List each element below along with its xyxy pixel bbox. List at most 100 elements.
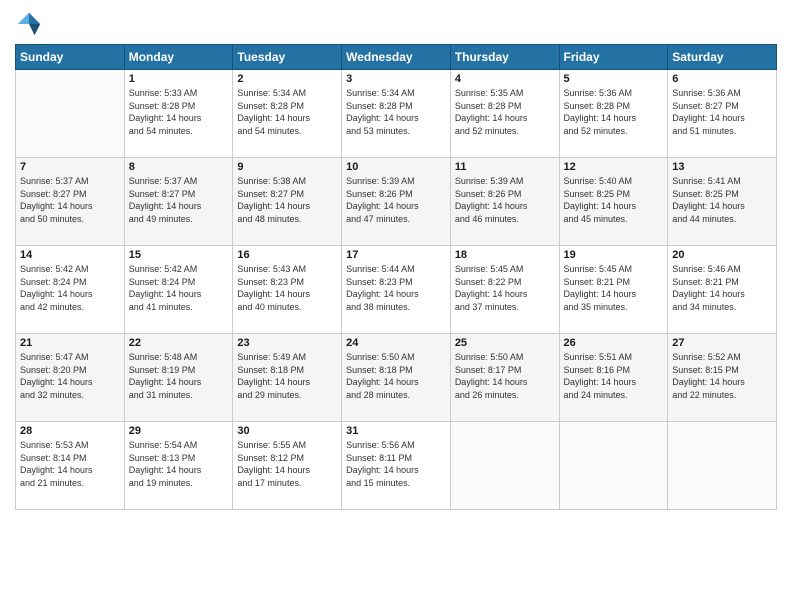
day-info: Sunrise: 5:36 AM Sunset: 8:27 PM Dayligh… [672, 87, 772, 137]
calendar-cell: 26 Sunrise: 5:51 AM Sunset: 8:16 PM Dayli… [559, 334, 668, 422]
page: SundayMondayTuesdayWednesdayThursdayFrid… [0, 0, 792, 612]
calendar-cell: 29 Sunrise: 5:54 AM Sunset: 8:13 PM Dayli… [124, 422, 233, 510]
week-row-4: 28 Sunrise: 5:53 AM Sunset: 8:14 PM Dayli… [16, 422, 777, 510]
calendar-cell: 20 Sunrise: 5:46 AM Sunset: 8:21 PM Dayli… [668, 246, 777, 334]
week-row-3: 21Sunrise: 5:47 AM Sunset: 8:20 PM Dayli… [16, 334, 777, 422]
calendar-cell: 19 Sunrise: 5:45 AM Sunset: 8:21 PM Dayli… [559, 246, 668, 334]
week-row-0: 1 Sunrise: 5:33 AM Sunset: 8:28 PM Daylig… [16, 70, 777, 158]
day-number: 17 [346, 249, 446, 261]
calendar-cell: 3 Sunrise: 5:34 AM Sunset: 8:28 PM Daylig… [342, 70, 451, 158]
day-number: 1 [129, 73, 229, 85]
day-number: 15 [129, 249, 229, 261]
day-number: 28 [20, 425, 120, 437]
day-number: 9 [237, 161, 337, 173]
calendar-header: SundayMondayTuesdayWednesdayThursdayFrid… [16, 45, 777, 70]
day-info: Sunrise: 5:51 AM Sunset: 8:16 PM Dayligh… [564, 351, 664, 401]
day-info: Sunrise: 5:34 AM Sunset: 8:28 PM Dayligh… [346, 87, 446, 137]
day-info: Sunrise: 5:56 AM Sunset: 8:11 PM Dayligh… [346, 439, 446, 489]
calendar-cell: 21Sunrise: 5:47 AM Sunset: 8:20 PM Dayli… [16, 334, 125, 422]
day-number: 24 [346, 337, 446, 349]
header-cell-wednesday: Wednesday [342, 45, 451, 70]
calendar-cell: 13 Sunrise: 5:41 AM Sunset: 8:25 PM Dayli… [668, 158, 777, 246]
calendar-cell: 28 Sunrise: 5:53 AM Sunset: 8:14 PM Dayli… [16, 422, 125, 510]
day-info: Sunrise: 5:52 AM Sunset: 8:15 PM Dayligh… [672, 351, 772, 401]
calendar-cell: 12 Sunrise: 5:40 AM Sunset: 8:25 PM Dayli… [559, 158, 668, 246]
calendar-cell: 16 Sunrise: 5:43 AM Sunset: 8:23 PM Dayli… [233, 246, 342, 334]
calendar-cell: 27 Sunrise: 5:52 AM Sunset: 8:15 PM Dayli… [668, 334, 777, 422]
day-info: Sunrise: 5:43 AM Sunset: 8:23 PM Dayligh… [237, 263, 337, 313]
calendar-cell: 14 Sunrise: 5:42 AM Sunset: 8:24 PM Dayli… [16, 246, 125, 334]
header-cell-monday: Monday [124, 45, 233, 70]
day-number: 3 [346, 73, 446, 85]
calendar-cell: 17 Sunrise: 5:44 AM Sunset: 8:23 PM Dayli… [342, 246, 451, 334]
calendar-cell: 23 Sunrise: 5:49 AM Sunset: 8:18 PM Dayli… [233, 334, 342, 422]
day-number: 13 [672, 161, 772, 173]
day-info: Sunrise: 5:54 AM Sunset: 8:13 PM Dayligh… [129, 439, 229, 489]
calendar-cell: 31Sunrise: 5:56 AM Sunset: 8:11 PM Dayli… [342, 422, 451, 510]
day-info: Sunrise: 5:37 AM Sunset: 8:27 PM Dayligh… [20, 175, 120, 225]
calendar-cell: 6 Sunrise: 5:36 AM Sunset: 8:27 PM Daylig… [668, 70, 777, 158]
day-info: Sunrise: 5:33 AM Sunset: 8:28 PM Dayligh… [129, 87, 229, 137]
calendar-cell: 25 Sunrise: 5:50 AM Sunset: 8:17 PM Dayli… [450, 334, 559, 422]
calendar-cell: 8 Sunrise: 5:37 AM Sunset: 8:27 PM Daylig… [124, 158, 233, 246]
day-info: Sunrise: 5:39 AM Sunset: 8:26 PM Dayligh… [455, 175, 555, 225]
day-number: 25 [455, 337, 555, 349]
header-cell-tuesday: Tuesday [233, 45, 342, 70]
day-info: Sunrise: 5:47 AM Sunset: 8:20 PM Dayligh… [20, 351, 120, 401]
day-info: Sunrise: 5:44 AM Sunset: 8:23 PM Dayligh… [346, 263, 446, 313]
day-number: 7 [20, 161, 120, 173]
calendar-cell [450, 422, 559, 510]
day-info: Sunrise: 5:45 AM Sunset: 8:22 PM Dayligh… [455, 263, 555, 313]
day-number: 6 [672, 73, 772, 85]
calendar: SundayMondayTuesdayWednesdayThursdayFrid… [15, 44, 777, 510]
day-number: 14 [20, 249, 120, 261]
day-number: 5 [564, 73, 664, 85]
calendar-cell: 4 Sunrise: 5:35 AM Sunset: 8:28 PM Daylig… [450, 70, 559, 158]
day-info: Sunrise: 5:42 AM Sunset: 8:24 PM Dayligh… [20, 263, 120, 313]
day-number: 29 [129, 425, 229, 437]
day-info: Sunrise: 5:48 AM Sunset: 8:19 PM Dayligh… [129, 351, 229, 401]
day-info: Sunrise: 5:45 AM Sunset: 8:21 PM Dayligh… [564, 263, 664, 313]
day-info: Sunrise: 5:49 AM Sunset: 8:18 PM Dayligh… [237, 351, 337, 401]
day-number: 23 [237, 337, 337, 349]
calendar-body: 1 Sunrise: 5:33 AM Sunset: 8:28 PM Daylig… [16, 70, 777, 510]
calendar-cell: 9Sunrise: 5:38 AM Sunset: 8:27 PM Daylig… [233, 158, 342, 246]
calendar-cell: 1 Sunrise: 5:33 AM Sunset: 8:28 PM Daylig… [124, 70, 233, 158]
day-number: 27 [672, 337, 772, 349]
header-cell-sunday: Sunday [16, 45, 125, 70]
logo-icon [15, 10, 43, 38]
day-number: 18 [455, 249, 555, 261]
day-info: Sunrise: 5:50 AM Sunset: 8:18 PM Dayligh… [346, 351, 446, 401]
day-info: Sunrise: 5:37 AM Sunset: 8:27 PM Dayligh… [129, 175, 229, 225]
calendar-cell: 22Sunrise: 5:48 AM Sunset: 8:19 PM Dayli… [124, 334, 233, 422]
day-number: 11 [455, 161, 555, 173]
calendar-cell: 18 Sunrise: 5:45 AM Sunset: 8:22 PM Dayli… [450, 246, 559, 334]
day-number: 16 [237, 249, 337, 261]
day-number: 19 [564, 249, 664, 261]
header-cell-thursday: Thursday [450, 45, 559, 70]
day-number: 20 [672, 249, 772, 261]
day-info: Sunrise: 5:53 AM Sunset: 8:14 PM Dayligh… [20, 439, 120, 489]
calendar-cell [668, 422, 777, 510]
day-info: Sunrise: 5:42 AM Sunset: 8:24 PM Dayligh… [129, 263, 229, 313]
day-number: 8 [129, 161, 229, 173]
calendar-cell: 15 Sunrise: 5:42 AM Sunset: 8:24 PM Dayli… [124, 246, 233, 334]
day-info: Sunrise: 5:46 AM Sunset: 8:21 PM Dayligh… [672, 263, 772, 313]
day-info: Sunrise: 5:39 AM Sunset: 8:26 PM Dayligh… [346, 175, 446, 225]
day-info: Sunrise: 5:35 AM Sunset: 8:28 PM Dayligh… [455, 87, 555, 137]
day-number: 30 [237, 425, 337, 437]
calendar-cell [559, 422, 668, 510]
day-number: 12 [564, 161, 664, 173]
calendar-cell: 2Sunrise: 5:34 AM Sunset: 8:28 PM Daylig… [233, 70, 342, 158]
day-info: Sunrise: 5:41 AM Sunset: 8:25 PM Dayligh… [672, 175, 772, 225]
calendar-cell: 11 Sunrise: 5:39 AM Sunset: 8:26 PM Dayli… [450, 158, 559, 246]
day-number: 26 [564, 337, 664, 349]
day-info: Sunrise: 5:34 AM Sunset: 8:28 PM Dayligh… [237, 87, 337, 137]
day-info: Sunrise: 5:50 AM Sunset: 8:17 PM Dayligh… [455, 351, 555, 401]
day-number: 4 [455, 73, 555, 85]
calendar-cell: 30Sunrise: 5:55 AM Sunset: 8:12 PM Dayli… [233, 422, 342, 510]
calendar-cell: 7 Sunrise: 5:37 AM Sunset: 8:27 PM Daylig… [16, 158, 125, 246]
day-info: Sunrise: 5:40 AM Sunset: 8:25 PM Dayligh… [564, 175, 664, 225]
week-row-1: 7 Sunrise: 5:37 AM Sunset: 8:27 PM Daylig… [16, 158, 777, 246]
header-cell-saturday: Saturday [668, 45, 777, 70]
